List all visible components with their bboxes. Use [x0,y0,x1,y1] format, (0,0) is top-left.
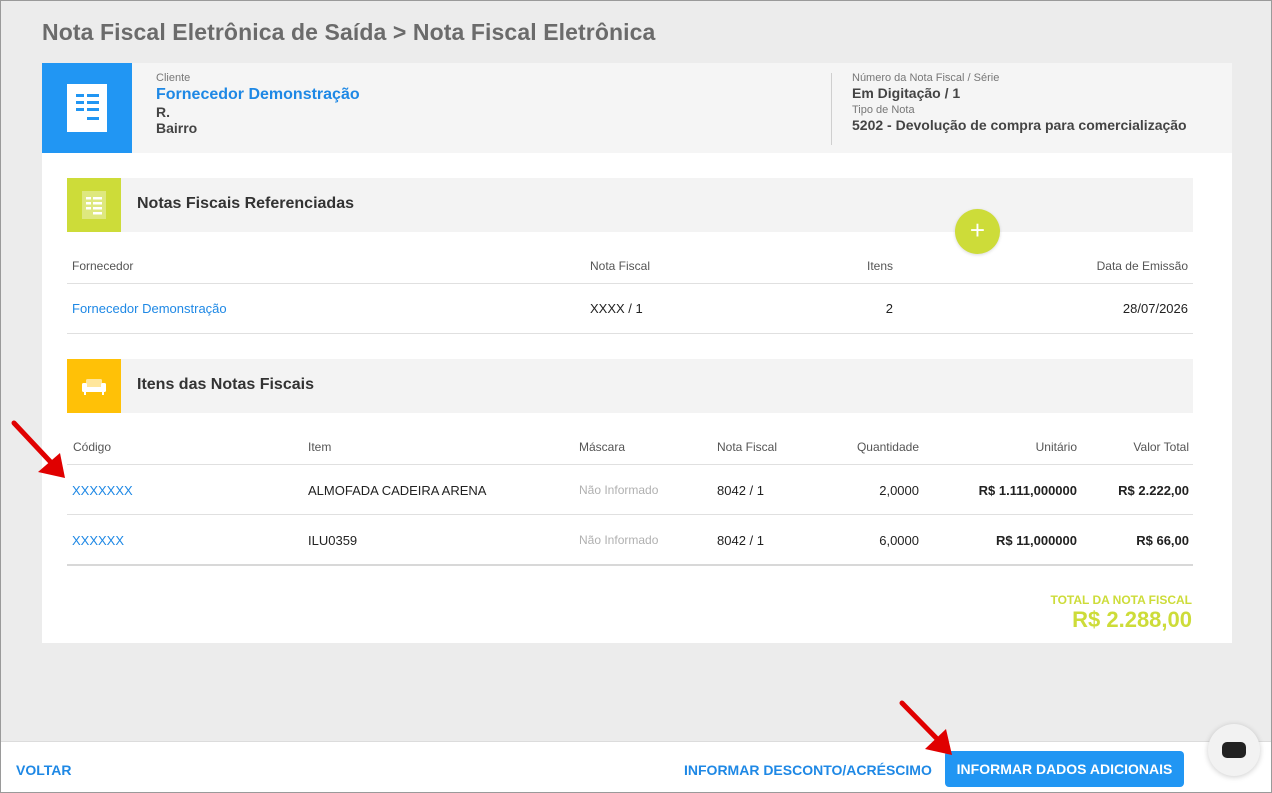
page-title: Nota Fiscal Eletrônica de Saída > Nota F… [42,19,656,45]
nf-type-value: 5202 - Devolução de compra para comercia… [852,117,1187,133]
item-total-value: R$ 2.222,00 [1118,483,1189,498]
invoice-items-header: Itens das Notas Fiscais [67,359,1193,413]
col-total-value: Valor Total [1133,440,1189,454]
invoice-document-icon [42,63,132,153]
item-unit-price: R$ 1.111,000000 [978,483,1077,498]
item-nf: 8042 / 1 [717,533,764,548]
col-item-nf: Nota Fiscal [717,440,778,454]
client-label: Cliente [156,72,191,84]
col-item: Item [308,440,332,454]
item-description: ILU0359 [308,533,358,548]
invoice-content-card: Notas Fiscais Referenciadas + Fornecedor… [42,153,1232,643]
row-divider [67,333,1193,334]
client-name-link[interactable]: Fornecedor Demonstração [156,86,360,104]
referenced-supplier-link[interactable]: Fornecedor Demonstração [72,301,227,316]
header-divider [831,73,832,145]
item-quantity: 2,0000 [879,483,919,498]
item-code-link[interactable]: XXXXXXX [72,483,133,498]
row-divider [67,514,1193,515]
item-quantity: 6,0000 [879,533,919,548]
client-address-line2: Bairro [156,120,198,136]
col-supplier: Fornecedor [72,259,134,273]
row-divider [67,464,1193,465]
col-unit-price: Unitário [1035,440,1077,454]
nf-type-label: Tipo de Nota [852,104,915,116]
item-unit-price: R$ 11,000000 [996,533,1077,548]
document-list-icon [67,178,121,232]
annotation-arrow-icon [899,700,952,755]
invoice-total-label: TOTAL DA NOTA FISCAL [1050,593,1192,607]
item-nf: 8042 / 1 [717,483,764,498]
plus-icon: + [969,215,986,245]
discount-surcharge-button[interactable]: INFORMAR DESCONTO/ACRÉSCIMO [684,762,932,778]
item-description: ALMOFADA CADEIRA ARENA [308,483,487,498]
footer-action-bar: VOLTAR INFORMAR DESCONTO/ACRÉSCIMO INFOR… [1,741,1271,792]
nf-number-value: Em Digitação / 1 [852,85,961,101]
item-mask: Não Informado [579,533,659,547]
sofa-icon [67,359,121,413]
referenced-items-count: 2 [885,301,893,316]
annotation-arrow-icon [11,420,65,478]
col-items: Itens [866,259,893,273]
back-button[interactable]: VOLTAR [16,762,71,778]
item-total-value: R$ 66,00 [1136,533,1189,548]
col-nf: Nota Fiscal [590,259,651,273]
row-divider [67,564,1193,566]
client-address-line1: R. [156,104,170,120]
chat-button[interactable] [1208,724,1260,776]
col-code: Código [73,440,112,454]
col-quantity: Quantidade [856,440,919,454]
client-info: Cliente Fornecedor Demonstração R. Bairr… [156,72,360,136]
col-emission-date: Data de Emissão [1096,259,1188,273]
nf-number-label: Número da Nota Fiscal / Série [852,72,1000,84]
item-mask: Não Informado [579,483,659,497]
item-code-link[interactable]: XXXXXX [72,533,124,548]
referenced-invoices-title: Notas Fiscais Referenciadas [137,195,354,212]
invoice-header-card: Cliente Fornecedor Demonstração R. Bairr… [42,63,1232,153]
referenced-nf: XXXX / 1 [590,301,643,316]
row-divider [67,283,1193,284]
additional-data-button[interactable]: INFORMAR DADOS ADICIONAIS [945,751,1184,787]
col-mask: Máscara [579,440,626,454]
invoice-items-title: Itens das Notas Fiscais [137,376,314,393]
invoice-info: Número da Nota Fiscal / Série Em Digitaç… [852,72,1187,134]
referenced-emission-date: 28/07/2026 [1122,301,1188,316]
chat-icon [1222,742,1246,758]
invoice-total-value: R$ 2.288,00 [1072,607,1192,632]
referenced-invoices-header: Notas Fiscais Referenciadas [67,178,1193,232]
add-referenced-invoice-button[interactable]: + [955,209,1000,254]
